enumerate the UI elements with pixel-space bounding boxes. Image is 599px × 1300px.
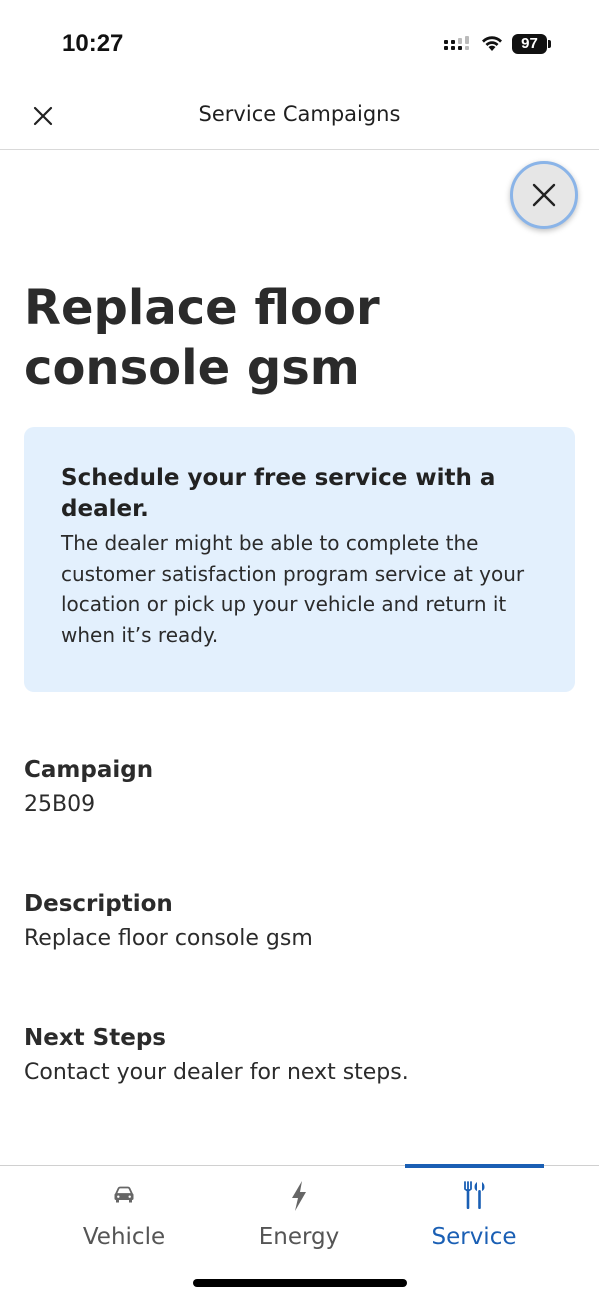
app-screen: 10:27 97 Service Campaigns Replace floor… (0, 0, 599, 1300)
status-bar: 10:27 97 (0, 0, 599, 90)
close-icon (532, 183, 556, 207)
cellular-signal-icon (444, 36, 469, 50)
description-value: Replace floor console gsm (24, 926, 313, 951)
home-indicator (193, 1279, 407, 1287)
dismiss-button[interactable] (510, 161, 578, 229)
tab-vehicle-label: Vehicle (82, 1224, 166, 1250)
status-time: 10:27 (62, 30, 124, 57)
description-section: Description Replace floor console gsm (24, 888, 574, 956)
tab-service-label: Service (431, 1224, 517, 1250)
tab-energy-label: Energy (258, 1224, 340, 1250)
page-title: Replace floor console gsm (24, 280, 380, 396)
car-icon (114, 1186, 134, 1203)
header-title: Service Campaigns (198, 102, 401, 126)
nav-header: Service Campaigns (0, 86, 599, 150)
next-steps-label: Next Steps (24, 1025, 166, 1051)
description-label: Description (24, 891, 173, 917)
tab-vehicle[interactable]: Vehicle (44, 1180, 204, 1260)
battery-tip (548, 40, 551, 48)
battery-icon: 97 (512, 34, 551, 54)
tools-icon (464, 1181, 485, 1209)
battery-level: 97 (512, 34, 547, 54)
campaign-section: Campaign 25B09 (24, 754, 574, 822)
info-body: The dealer might be able to complete the… (61, 531, 525, 647)
lightning-bolt-icon (292, 1181, 306, 1211)
tab-energy[interactable]: Energy (219, 1180, 379, 1260)
tab-service[interactable]: Service (394, 1180, 554, 1260)
campaign-value: 25B09 (24, 792, 96, 817)
campaign-label: Campaign (24, 757, 154, 783)
info-banner: Schedule your free service with a dealer… (24, 427, 575, 692)
info-heading: Schedule your free service with a dealer… (61, 465, 496, 522)
wifi-icon (482, 36, 502, 51)
next-steps-value: Contact your dealer for next steps. (24, 1060, 409, 1085)
next-steps-section: Next Steps Contact your dealer for next … (24, 1022, 574, 1090)
active-tab-indicator (405, 1164, 544, 1168)
